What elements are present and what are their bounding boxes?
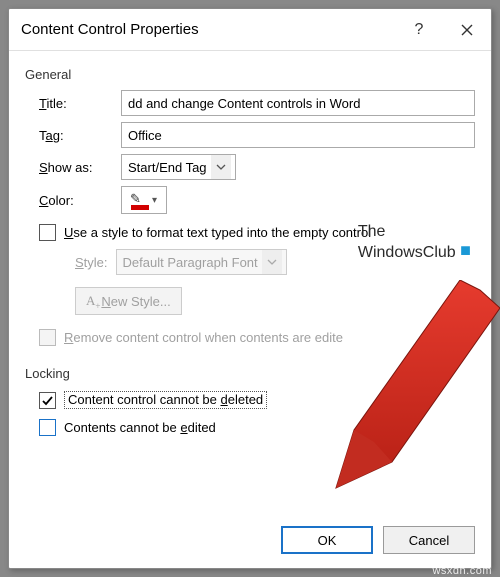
general-group-label: General (25, 67, 475, 82)
cancel-button[interactable]: Cancel (383, 526, 475, 554)
cannot-delete-label: Content control cannot be deleted (64, 391, 267, 409)
color-row: Color: ✎ ▾ (39, 186, 475, 214)
use-style-label: Use a style to format text typed into th… (64, 225, 371, 240)
ok-button[interactable]: OK (281, 526, 373, 554)
dialog-title: Content Control Properties (21, 21, 395, 38)
cannot-edit-label: Contents cannot be edited (64, 420, 216, 435)
chevron-down-icon: ▾ (152, 195, 157, 206)
new-style-icon: A (86, 293, 95, 309)
cannot-edit-row: Contents cannot be edited (39, 419, 475, 436)
remove-checkbox (39, 329, 56, 346)
showas-label: Show as: (39, 160, 121, 175)
close-icon (461, 24, 473, 36)
remove-row: Remove content control when contents are… (39, 329, 475, 346)
cannot-delete-row: Content control cannot be deleted (39, 391, 475, 409)
style-value: Default Paragraph Font (123, 255, 258, 270)
use-style-checkbox[interactable] (39, 224, 56, 241)
showas-combo[interactable]: Start/End Tag (121, 154, 236, 180)
showas-value: Start/End Tag (128, 160, 207, 175)
footer-url: wsxdn.com (432, 565, 492, 577)
remove-label: Remove content control when contents are… (64, 330, 343, 345)
titlebar: Content Control Properties ? (9, 9, 491, 51)
tag-row: Tag: (39, 122, 475, 148)
title-label: Title: (39, 96, 121, 111)
new-style-button: A New Style... (75, 287, 182, 315)
color-swatch-icon: ✎ (131, 205, 149, 210)
new-style-label: New Style... (101, 294, 170, 309)
close-button[interactable] (443, 9, 491, 51)
button-bar: OK Cancel (281, 526, 475, 554)
color-picker[interactable]: ✎ ▾ (121, 186, 167, 214)
cannot-edit-checkbox[interactable] (39, 419, 56, 436)
chevron-down-icon (262, 250, 282, 274)
style-label: Style: (75, 255, 108, 270)
pencil-icon: ✎ (130, 191, 141, 207)
dialog-window: Content Control Properties ? General Tit… (8, 8, 492, 569)
title-row: Title: (39, 90, 475, 116)
dialog-content: General Title: Tag: Show as: Start/End T… (9, 51, 491, 436)
check-icon (41, 394, 54, 407)
locking-group-label: Locking (25, 366, 475, 381)
chevron-down-icon (211, 155, 231, 179)
style-row: Style: Default Paragraph Font (75, 249, 475, 275)
cannot-delete-checkbox[interactable] (39, 392, 56, 409)
color-label: Color: (39, 193, 121, 208)
use-style-row: Use a style to format text typed into th… (39, 224, 475, 241)
showas-row: Show as: Start/End Tag (39, 154, 475, 180)
tag-label: Tag: (39, 128, 121, 143)
style-combo: Default Paragraph Font (116, 249, 287, 275)
tag-field[interactable] (121, 122, 475, 148)
help-button[interactable]: ? (395, 9, 443, 51)
title-field[interactable] (121, 90, 475, 116)
